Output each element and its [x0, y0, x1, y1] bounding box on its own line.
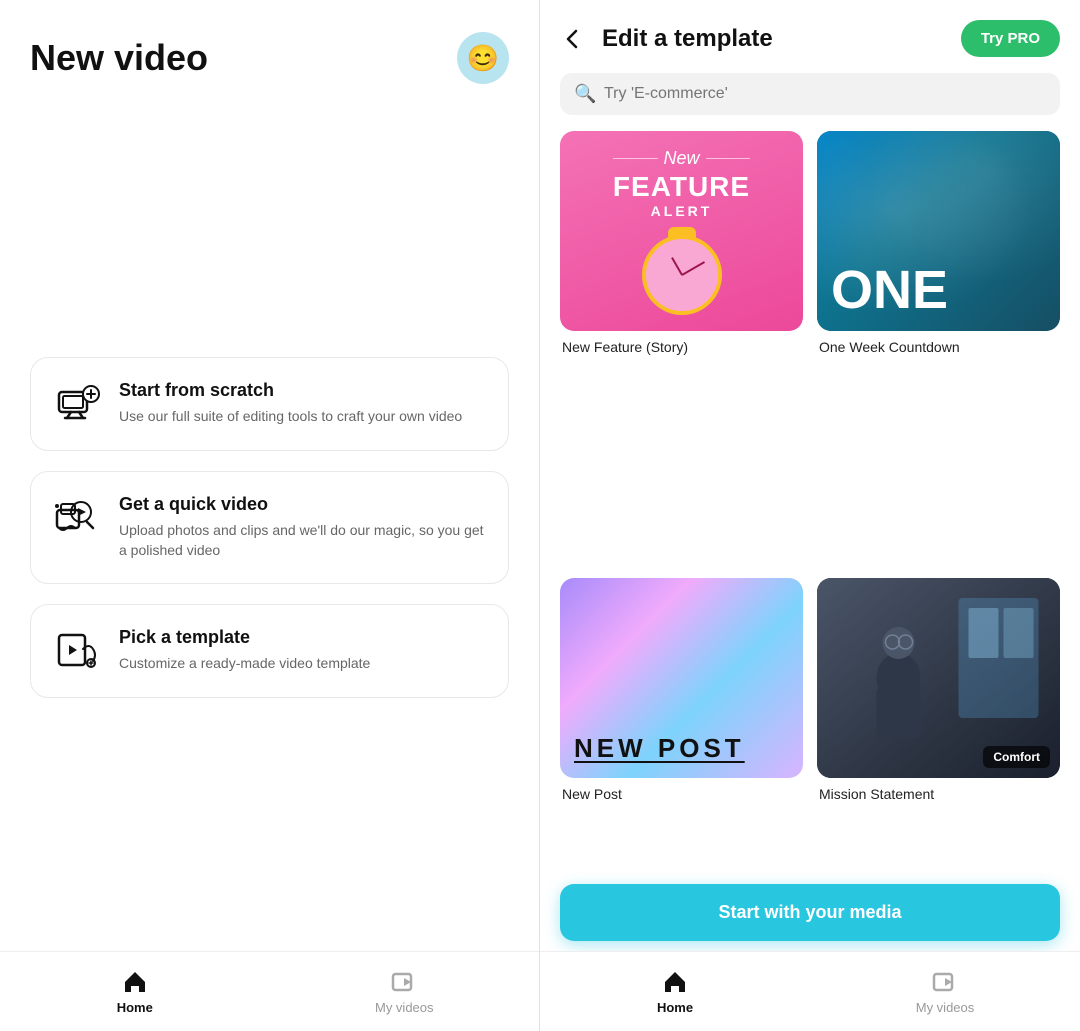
try-pro-button[interactable]: Try PRO	[961, 20, 1060, 57]
home-icon-right	[661, 968, 689, 996]
search-input[interactable]	[560, 73, 1060, 115]
quick-icon	[53, 494, 101, 542]
left-header: New video 😊	[0, 0, 539, 104]
right-panel: Edit a template Try PRO 🔍 New FEATURE AL…	[540, 0, 1080, 1031]
nav-home-right[interactable]: Home	[540, 968, 810, 1015]
new-feature-name: New Feature (Story)	[560, 339, 803, 355]
one-week-name: One Week Countdown	[817, 339, 1060, 355]
right-bottom-nav: Home My videos	[540, 951, 1080, 1031]
quick-desc: Upload photos and clips and we'll do our…	[119, 521, 486, 560]
template-mission[interactable]: Comfort Mission Statement	[817, 578, 1060, 1011]
template-new-feature[interactable]: New FEATURE ALERT New Feature (Story)	[560, 131, 803, 564]
home-nav-label: Home	[117, 1000, 153, 1015]
nav-videos-left[interactable]: My videos	[270, 968, 540, 1015]
one-text: ONE	[831, 263, 948, 317]
template-desc: Customize a ready-made video template	[119, 654, 370, 674]
back-button[interactable]	[560, 22, 594, 56]
options-area: Start from scratch Use our full suite of…	[0, 104, 539, 951]
home-nav-label-right: Home	[657, 1000, 693, 1015]
feature-text: New FEATURE ALERT	[613, 148, 750, 219]
new-post-name: New Post	[560, 786, 803, 802]
mission-bg: Comfort	[817, 578, 1060, 778]
clock-graphic	[642, 235, 722, 315]
scratch-title: Start from scratch	[119, 380, 462, 401]
scratch-card-text: Start from scratch Use our full suite of…	[119, 380, 462, 427]
template-one-week[interactable]: ONE One Week Countdown	[817, 131, 1060, 564]
new-feature-thumb: New FEATURE ALERT	[560, 131, 803, 331]
videos-nav-label: My videos	[375, 1000, 434, 1015]
search-bar: 🔍	[560, 73, 1060, 115]
videos-nav-label-right: My videos	[916, 1000, 975, 1015]
avatar-emoji: 😊	[467, 43, 499, 74]
right-title: Edit a template	[602, 25, 961, 53]
template-card[interactable]: Pick a template Customize a ready-made v…	[30, 604, 509, 698]
search-icon: 🔍	[574, 84, 596, 105]
mission-name: Mission Statement	[817, 786, 1060, 802]
left-bottom-nav: Home My videos	[0, 951, 539, 1031]
new-feature-bg: New FEATURE ALERT	[560, 131, 803, 331]
comfort-badge: Comfort	[983, 746, 1050, 768]
left-panel: New video 😊 Start from scratch	[0, 0, 540, 1031]
quick-card-text: Get a quick video Upload photos and clip…	[119, 494, 486, 560]
nav-home-left[interactable]: Home	[0, 968, 270, 1015]
holo-bg: NEW POST	[560, 578, 803, 778]
template-title: Pick a template	[119, 627, 370, 648]
videos-icon	[390, 968, 418, 996]
one-week-thumb: ONE	[817, 131, 1060, 331]
videos-icon-right	[931, 968, 959, 996]
new-post-thumb: NEW POST	[560, 578, 803, 778]
scratch-icon	[53, 380, 101, 428]
quick-video-card[interactable]: Get a quick video Upload photos and clip…	[30, 471, 509, 583]
template-new-post[interactable]: NEW POST New Post	[560, 578, 803, 1011]
template-icon	[53, 627, 101, 675]
new-post-text: NEW POST	[574, 733, 745, 764]
page-title: New video	[30, 37, 208, 79]
home-icon	[121, 968, 149, 996]
ocean-bg: ONE	[817, 131, 1060, 331]
start-media-button[interactable]: Start with your media	[560, 884, 1060, 941]
avatar[interactable]: 😊	[457, 32, 509, 84]
template-card-text: Pick a template Customize a ready-made v…	[119, 627, 370, 674]
scratch-desc: Use our full suite of editing tools to c…	[119, 407, 462, 427]
quick-title: Get a quick video	[119, 494, 486, 515]
right-header: Edit a template Try PRO	[540, 0, 1080, 73]
nav-videos-right[interactable]: My videos	[810, 968, 1080, 1015]
start-scratch-card[interactable]: Start from scratch Use our full suite of…	[30, 357, 509, 451]
mission-thumb: Comfort	[817, 578, 1060, 778]
